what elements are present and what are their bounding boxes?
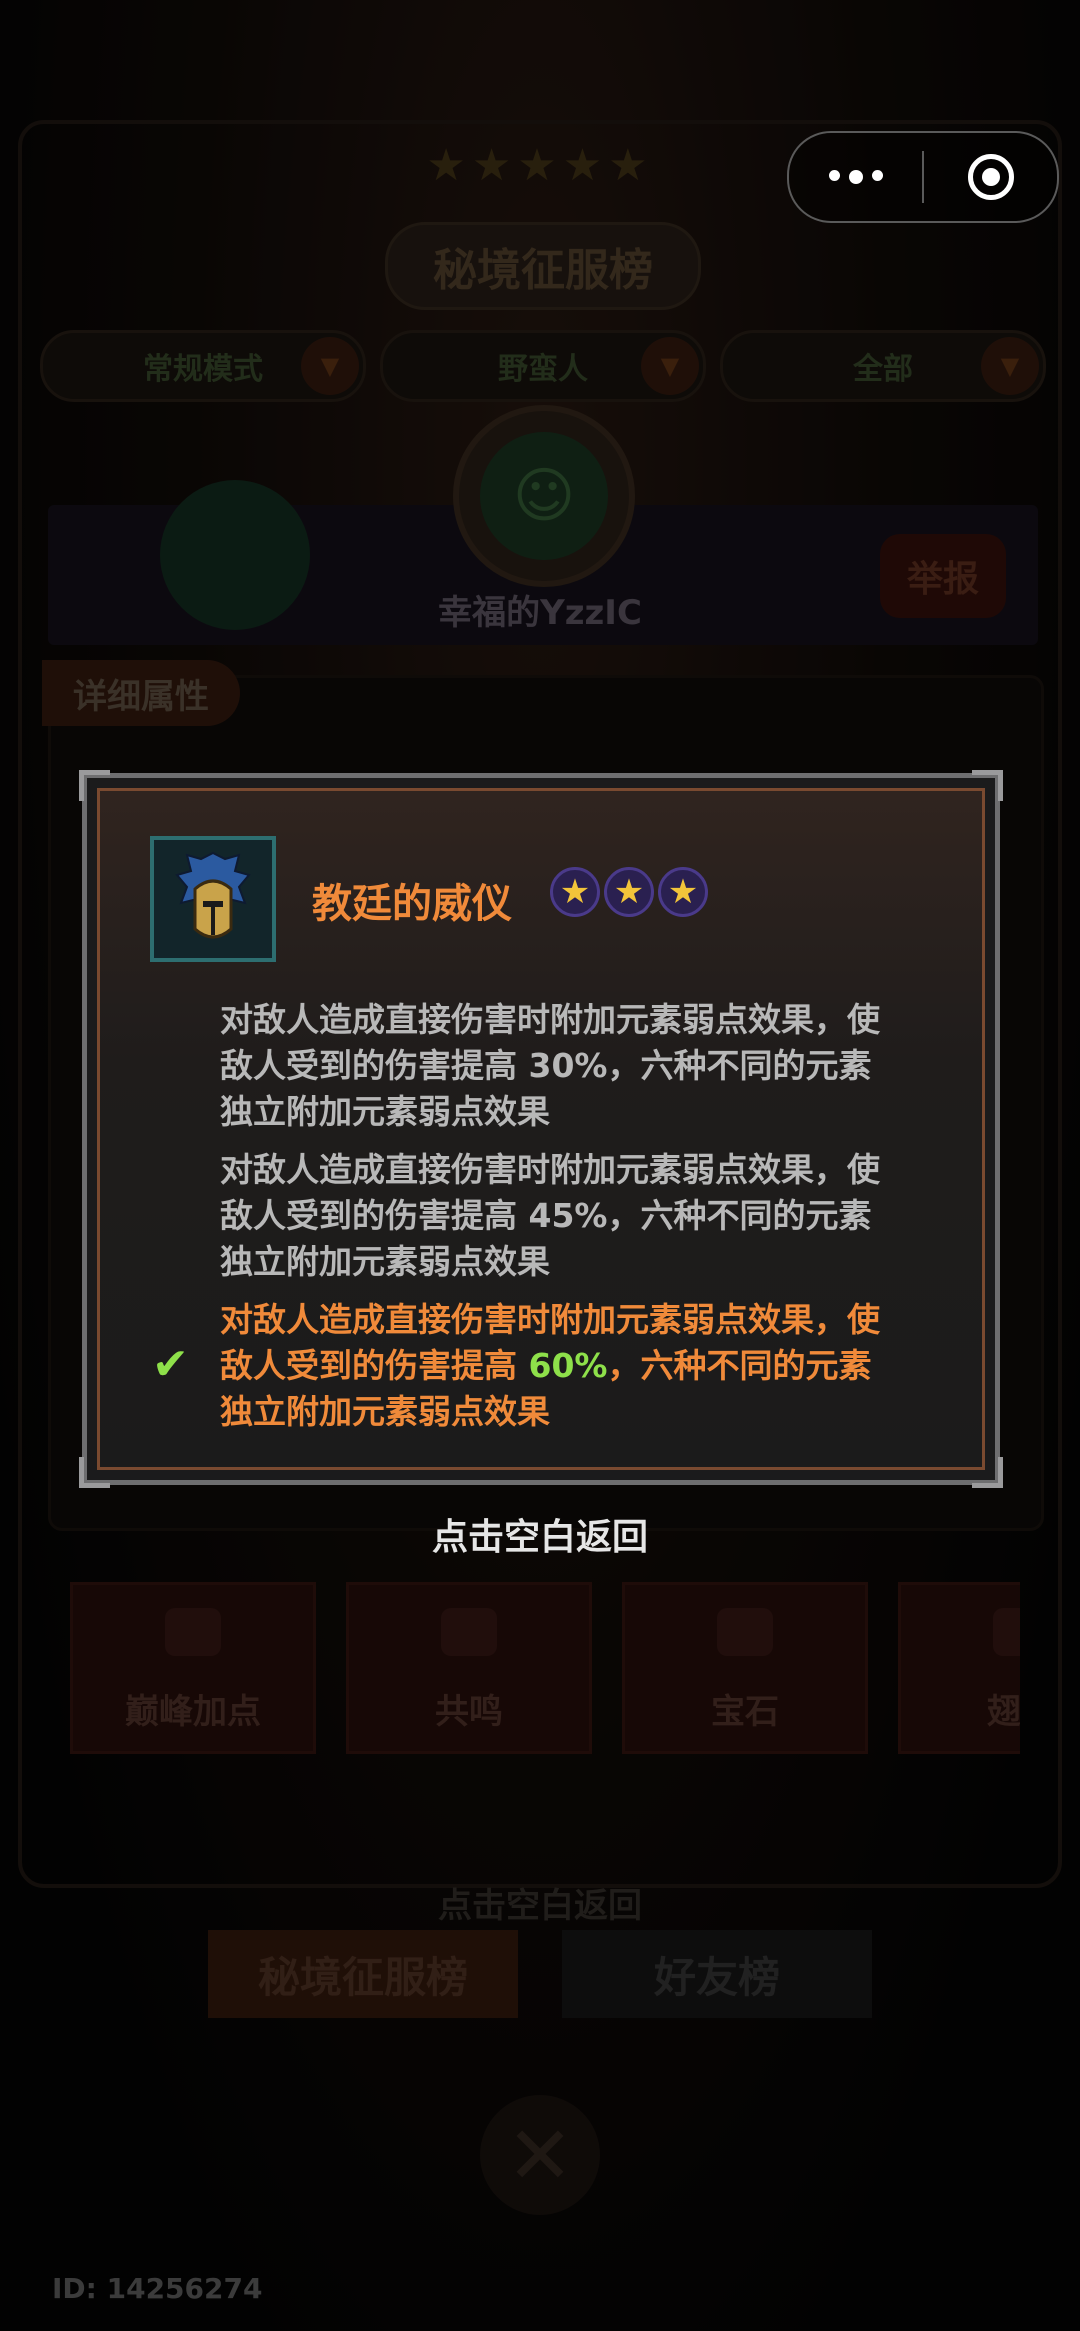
effect-tier-3-active: 对敌人造成直接伤害时附加元素弱点效果，使 敌人受到的伤害提高 60%，六种不同的…	[220, 1297, 960, 1435]
miniprogram-capsule	[787, 131, 1059, 223]
star-icon: ★	[658, 867, 708, 917]
effect-line: 敌人受到的伤害提高 30%，六种不同的元素	[220, 1046, 872, 1085]
effect-line: 独立附加元素弱点效果	[220, 1392, 550, 1431]
effect-value: 60%	[528, 1346, 608, 1385]
item-star-rating: ★ ★ ★	[550, 867, 708, 917]
star-icon: ★	[604, 867, 654, 917]
effect-line: 对敌人造成直接伤害时附加元素弱点效果，使	[220, 1150, 880, 1189]
more-dots-icon	[828, 170, 883, 184]
effect-tier-2: 对敌人造成直接伤害时附加元素弱点效果，使 敌人受到的伤害提高 45%，六种不同的…	[220, 1147, 960, 1285]
close-miniprogram-button[interactable]	[924, 133, 1057, 221]
star-icon: ★	[550, 867, 600, 917]
active-check-icon: ✔	[152, 1339, 189, 1390]
effect-line: 对敌人造成直接伤害时附加元素弱点效果，使	[220, 1300, 880, 1339]
modal-content: 教廷的威仪 ★ ★ ★ 对敌人造成直接伤害时附加元素弱点效果，使 敌人受到的伤害…	[97, 788, 985, 1470]
helmet-item-icon	[150, 836, 276, 962]
effect-line: 对敌人造成直接伤害时附加元素弱点效果，使	[220, 1000, 880, 1039]
item-detail-modal: 教廷的威仪 ★ ★ ★ 对敌人造成直接伤害时附加元素弱点效果，使 敌人受到的伤害…	[79, 770, 1003, 1488]
tap-blank-to-return[interactable]: 点击空白返回	[340, 1508, 740, 1560]
effect-line: 独立附加元素弱点效果	[220, 1092, 550, 1131]
effect-line: 独立附加元素弱点效果	[220, 1242, 550, 1281]
effect-tier-1: 对敌人造成直接伤害时附加元素弱点效果，使 敌人受到的伤害提高 30%，六种不同的…	[220, 997, 960, 1135]
effect-line: 敌人受到的伤害提高 45%，六种不同的元素	[220, 1196, 872, 1235]
effect-line: 敌人受到的伤害提高 60%，六种不同的元素	[220, 1346, 872, 1385]
effect-value: 45%	[528, 1196, 608, 1235]
helmet-icon	[175, 851, 251, 939]
target-circle-icon	[967, 154, 1014, 200]
item-name: 教廷的威仪	[312, 881, 512, 927]
effect-value: 30%	[528, 1046, 608, 1085]
more-button[interactable]	[789, 133, 922, 221]
